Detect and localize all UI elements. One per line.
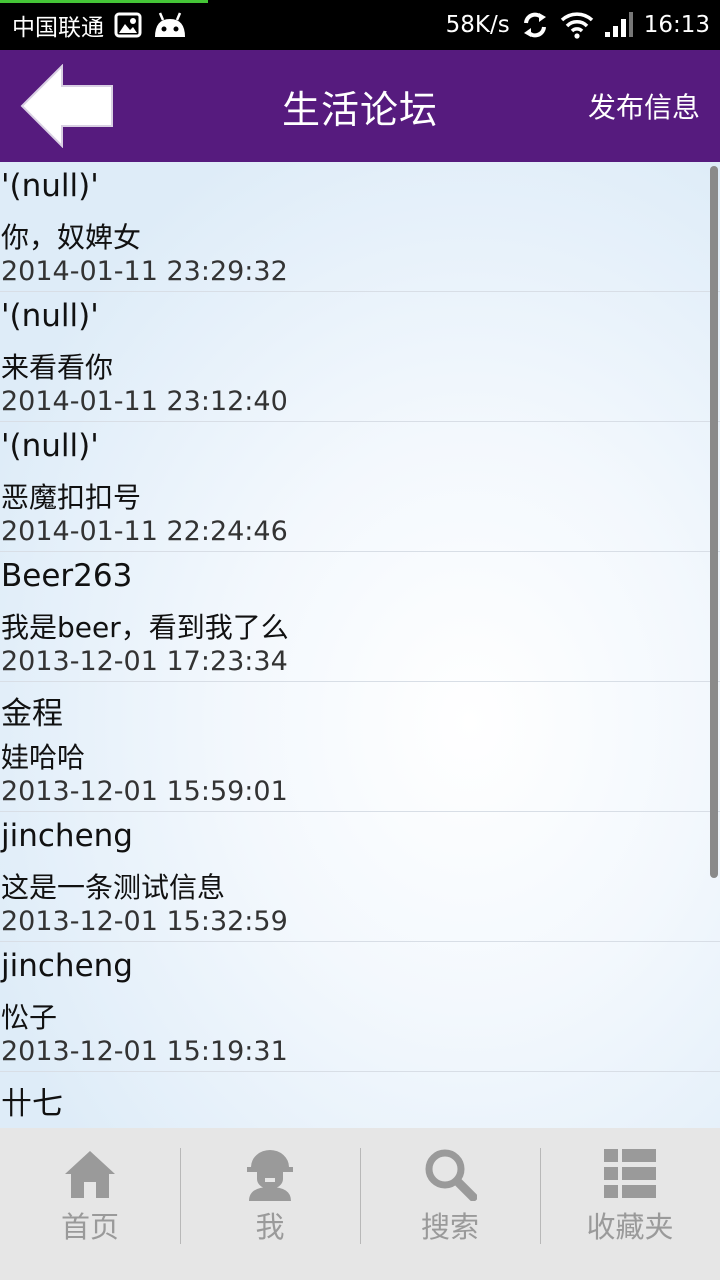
post-time: 2013-12-01 15:32:59 — [1, 906, 288, 937]
post-content: 来看看你 — [1, 351, 114, 384]
post-time: 2014-01-11 22:24:46 — [1, 516, 288, 547]
post-content: 娃哈哈 — [1, 741, 86, 774]
publish-button[interactable]: 发布信息 — [588, 50, 700, 162]
post-content: 我是beer，看到我了么 — [1, 611, 289, 644]
list-item[interactable]: '(null)' 来看看你 2014-01-11 23:12:40 — [0, 292, 720, 422]
nav-label-home: 首页 — [60, 1210, 119, 1244]
sync-icon — [520, 10, 550, 40]
post-time: 2014-01-11 23:29:32 — [1, 256, 288, 287]
post-author: '(null)' — [1, 168, 99, 204]
nav-item-search[interactable]: 搜索 — [360, 1128, 540, 1280]
search-icon — [422, 1146, 478, 1202]
post-content: 你，奴婢女 — [1, 221, 142, 254]
post-author: Beer263 — [1, 558, 133, 594]
nav-item-favorites[interactable]: 收藏夹 — [540, 1128, 720, 1280]
post-time: 2013-12-01 17:23:34 — [1, 646, 288, 677]
list-item[interactable]: '(null)' 你，奴婢女 2014-01-11 23:29:32 — [0, 162, 720, 292]
signal-strength-icon — [604, 11, 634, 39]
app-header: 生活论坛 发布信息 — [0, 50, 720, 162]
post-content: 恶魔扣扣号 — [1, 481, 142, 514]
favorites-list-icon — [602, 1146, 658, 1202]
list-item[interactable]: Beer263 我是beer，看到我了么 2013-12-01 17:23:34 — [0, 552, 720, 682]
clock: 16:13 — [643, 12, 710, 38]
list-item[interactable]: 金程 娃哈哈 2013-12-01 15:59:01 — [0, 682, 720, 812]
user-icon — [242, 1146, 298, 1202]
carrier-name: 中国联通 — [12, 15, 104, 41]
list-item[interactable]: 卄七 — [0, 1072, 720, 1128]
post-list[interactable]: '(null)' 你，奴婢女 2014-01-11 23:29:32 '(nul… — [0, 162, 720, 1128]
android-notification-icon — [152, 11, 188, 39]
wifi-icon — [560, 11, 594, 39]
nav-label-search: 搜索 — [420, 1210, 479, 1244]
nav-label-me: 我 — [255, 1210, 285, 1244]
post-author: jincheng — [1, 948, 133, 984]
post-time: 2014-01-11 23:12:40 — [1, 386, 288, 417]
post-author: '(null)' — [1, 428, 99, 464]
nav-item-me[interactable]: 我 — [180, 1128, 360, 1280]
post-content: 这是一条测试信息 — [1, 871, 226, 904]
list-item[interactable]: '(null)' 恶魔扣扣号 2014-01-11 22:24:46 — [0, 422, 720, 552]
post-time: 2013-12-01 15:59:01 — [1, 776, 288, 807]
post-author: 卄七 — [1, 1086, 63, 1122]
status-bar: 中国联通 58K/s 16:13 — [0, 0, 720, 50]
post-content: 忪子 — [1, 1001, 58, 1034]
post-author: 金程 — [1, 696, 63, 732]
gallery-notification-icon — [114, 12, 142, 38]
network-speed: 58K/s — [445, 12, 510, 38]
status-right: 58K/s 16:13 — [446, 10, 710, 40]
post-author: jincheng — [1, 818, 133, 854]
nav-item-home[interactable]: 首页 — [0, 1128, 180, 1280]
nav-label-favorites: 收藏夹 — [586, 1210, 674, 1244]
list-scrollbar[interactable] — [710, 166, 718, 878]
list-item[interactable]: jincheng 忪子 2013-12-01 15:19:31 — [0, 942, 720, 1072]
post-time: 2013-12-01 15:19:31 — [1, 1036, 288, 1067]
bottom-nav: 首页 我 搜索 收藏夹 — [0, 1128, 720, 1280]
list-item[interactable]: jincheng 这是一条测试信息 2013-12-01 15:32:59 — [0, 812, 720, 942]
home-icon — [62, 1146, 118, 1202]
status-left: 中国联通 — [12, 8, 188, 42]
post-author: '(null)' — [1, 298, 99, 334]
